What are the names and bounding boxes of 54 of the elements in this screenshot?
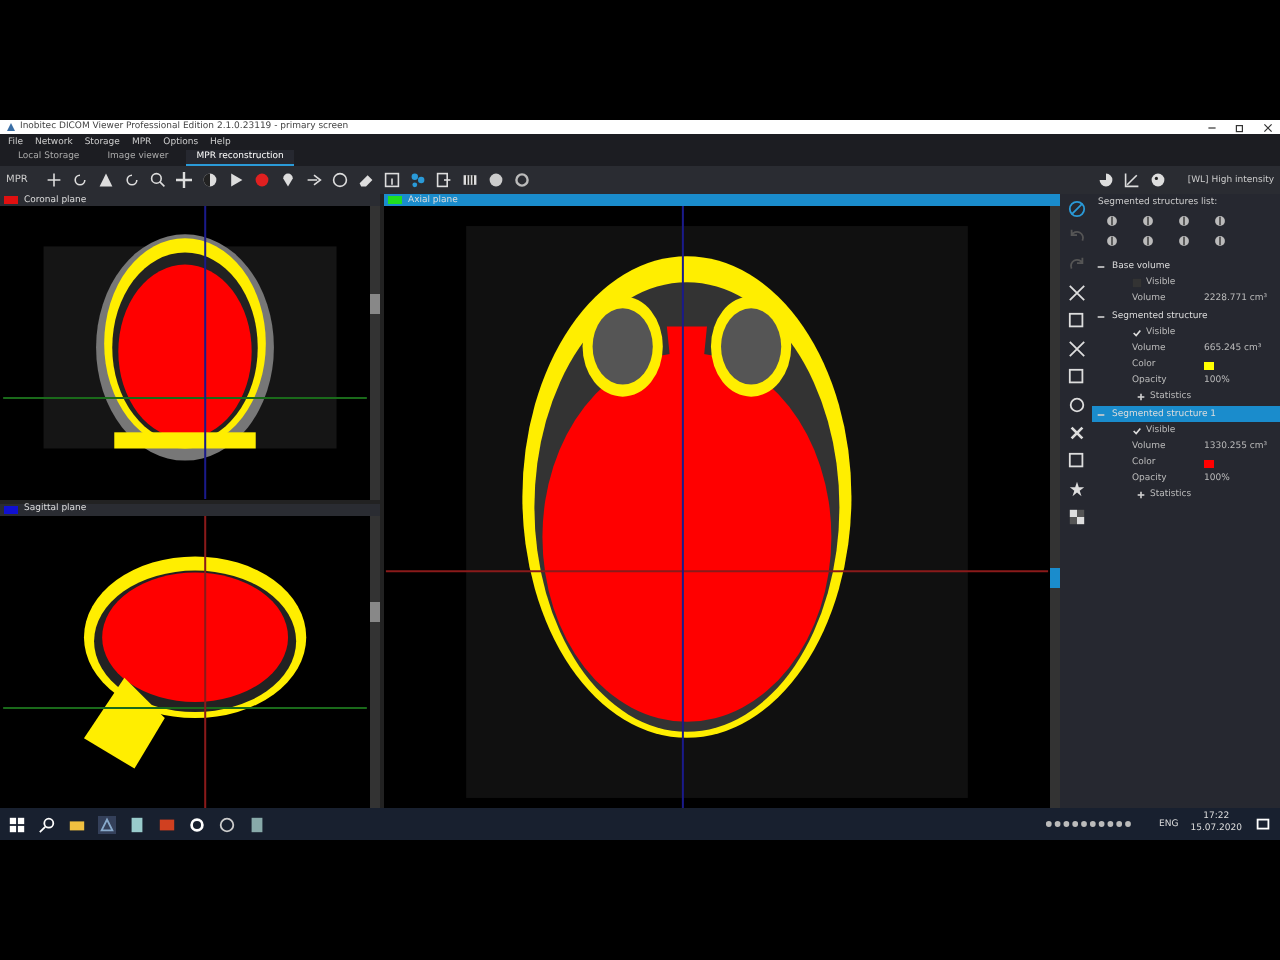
expand-icon[interactable] <box>1136 392 1146 402</box>
crosshair[interactable] <box>3 206 367 499</box>
rotate-icon[interactable] <box>71 172 88 188</box>
magnifier-icon[interactable] <box>149 172 166 188</box>
folder-icon[interactable] <box>68 815 86 833</box>
play-icon[interactable] <box>227 172 244 188</box>
restore-icon[interactable] <box>1234 121 1246 133</box>
info-icon[interactable] <box>383 172 400 188</box>
triangle-icon[interactable] <box>97 172 114 188</box>
ban-icon[interactable] <box>1067 200 1085 218</box>
scrollbar[interactable] <box>1050 206 1060 808</box>
dots-icon[interactable] <box>409 172 426 188</box>
crosshair-icon[interactable] <box>45 172 62 188</box>
scrollbar[interactable] <box>370 515 380 808</box>
export-icon[interactable] <box>435 172 452 188</box>
checkbox[interactable] <box>1132 328 1142 338</box>
close-icon[interactable] <box>1262 121 1274 133</box>
checkbox[interactable] <box>1132 426 1142 436</box>
scrollbar[interactable] <box>370 206 380 499</box>
document-icon[interactable] <box>128 815 146 833</box>
presentation-icon[interactable] <box>158 815 176 833</box>
crosshair[interactable] <box>385 206 1049 808</box>
move-icon[interactable] <box>175 172 192 188</box>
circle-icon[interactable] <box>331 172 348 188</box>
notification-icon[interactable] <box>1254 815 1272 833</box>
eraser-icon[interactable] <box>357 172 374 188</box>
color-swatch[interactable] <box>1204 459 1214 467</box>
expand-icon[interactable] <box>1136 490 1146 500</box>
arrow-icon[interactable] <box>305 172 322 188</box>
square-icon[interactable] <box>1067 312 1085 330</box>
grid-icon[interactable] <box>1067 508 1085 526</box>
color-swatch[interactable] <box>1204 361 1214 369</box>
minimize-icon[interactable] <box>1206 121 1218 133</box>
graph-icon[interactable] <box>1123 172 1140 188</box>
palette-icon[interactable] <box>1149 172 1166 188</box>
pie-chart-icon[interactable] <box>1097 172 1114 188</box>
star-icon[interactable] <box>1067 480 1085 498</box>
film-icon[interactable] <box>461 172 478 188</box>
square-icon[interactable] <box>1067 452 1085 470</box>
pin-icon[interactable] <box>279 172 296 188</box>
record-icon[interactable] <box>253 172 270 188</box>
contrast-icon[interactable] <box>201 172 218 188</box>
rotate-icon[interactable] <box>123 172 140 188</box>
calculator-icon[interactable] <box>248 815 266 833</box>
collapse-icon[interactable] <box>1096 261 1106 271</box>
cross-icon[interactable] <box>1067 424 1085 442</box>
collapse-icon[interactable] <box>1096 311 1106 321</box>
square-icon[interactable] <box>1067 368 1085 386</box>
circle-icon[interactable] <box>218 815 236 833</box>
windows-start-icon[interactable] <box>8 815 26 833</box>
search-icon[interactable] <box>38 815 56 833</box>
ring-icon[interactable] <box>1067 396 1085 414</box>
crosshair[interactable] <box>3 515 367 808</box>
triangle-icon[interactable] <box>98 815 116 833</box>
